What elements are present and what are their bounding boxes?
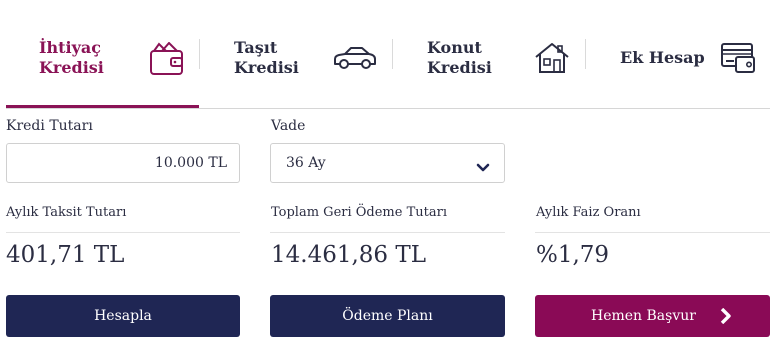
tab-overdraft[interactable]: Ek Hesap (586, 0, 770, 108)
divider (535, 232, 770, 233)
calculate-button[interactable]: Hesapla (6, 295, 240, 337)
term-label: Vade (271, 118, 306, 134)
chevron-down-icon (476, 158, 490, 177)
total-value: 14.461,86 TL (271, 242, 426, 268)
divider (270, 232, 505, 233)
apply-now-label: Hemen Başvur (591, 308, 696, 324)
amount-input[interactable]: 10.000 TL (6, 143, 240, 183)
tab-personal-loan[interactable]: İhtiyaç Kredisi (6, 0, 199, 108)
tab-label: Ek Hesap (620, 48, 705, 67)
wallet-icon (149, 41, 185, 80)
installment-value: 401,71 TL (6, 242, 125, 268)
total-label: Toplam Geri Ödeme Tutarı (271, 205, 447, 220)
apply-now-button[interactable]: Hemen Başvur (535, 295, 770, 337)
installment-label: Aylık Taksit Tutarı (6, 205, 127, 220)
tab-label: Taşıt Kredisi (234, 38, 299, 77)
house-icon (534, 42, 570, 78)
payment-plan-button[interactable]: Ödeme Planı (270, 295, 505, 337)
tab-label: Konut Kredisi (427, 38, 492, 77)
tab-housing-loan[interactable]: Konut Kredisi (393, 0, 584, 108)
loan-type-tabs: İhtiyaç Kredisi Taşıt Kredisi Konut Kred… (6, 0, 770, 109)
tab-label: İhtiyaç Kredisi (39, 38, 104, 77)
card-icon (720, 42, 756, 78)
divider (6, 232, 240, 233)
rate-label: Aylık Faiz Oranı (536, 205, 641, 220)
term-value: 36 Ay (286, 155, 326, 171)
rate-value: %1,79 (536, 242, 610, 268)
car-icon (332, 45, 378, 75)
tab-vehicle-loan[interactable]: Taşıt Kredisi (200, 0, 391, 108)
amount-label: Kredi Tutarı (6, 118, 93, 134)
chevron-right-icon (720, 307, 732, 325)
amount-value: 10.000 TL (154, 155, 227, 171)
term-select[interactable]: 36 Ay (270, 143, 505, 183)
